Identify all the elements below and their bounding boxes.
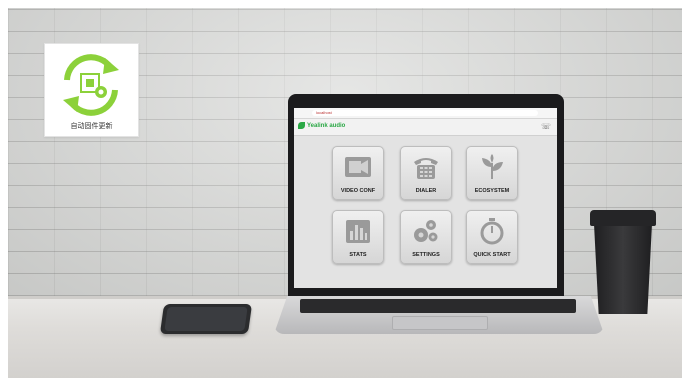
video-camera-icon	[345, 157, 371, 177]
logo-icon	[298, 122, 305, 129]
laptop-trackpad	[392, 316, 488, 330]
badge-label: 自动固件更新	[70, 123, 113, 130]
tile-label: SETTINGS	[412, 252, 440, 258]
coffee-cup	[590, 210, 656, 314]
browser-toolbar: localhost	[294, 108, 557, 119]
stopwatch-icon	[480, 218, 504, 245]
tile-stats[interactable]: STATS	[332, 210, 384, 264]
plant-icon	[482, 154, 503, 179]
refresh-chip-icon	[63, 54, 119, 116]
smartphone	[159, 304, 253, 334]
app-header: Yealink audio ☏	[294, 119, 557, 136]
tile-settings[interactable]: SETTINGS	[400, 210, 452, 264]
laptop-keyboard	[300, 299, 576, 313]
laptop-screen: localhost Yealink audio ☏ VIDEO CONF DIA…	[294, 108, 557, 288]
address-bar[interactable]: localhost	[312, 110, 538, 116]
firmware-update-badge: 自动固件更新	[44, 43, 139, 137]
tile-label: DIALER	[415, 188, 437, 194]
bar-chart-icon	[346, 220, 370, 243]
tile-label: STATS	[349, 252, 367, 258]
telephone-icon	[414, 158, 438, 179]
hangup-icon[interactable]: ☏	[541, 122, 551, 131]
gears-icon	[414, 220, 438, 242]
tile-quick-start[interactable]: QUICK START	[466, 210, 518, 264]
tile-label: VIDEO CONF	[340, 188, 376, 194]
tile-label: ECOSYSTEM	[474, 188, 510, 194]
tile-video-conf[interactable]: VIDEO CONF	[332, 146, 384, 200]
tile-label: QUICK START	[473, 252, 511, 258]
cup-lid	[590, 210, 656, 226]
app-logo[interactable]: Yealink audio	[298, 122, 345, 129]
tile-ecosystem[interactable]: ECOSYSTEM	[466, 146, 518, 200]
tile-dialer[interactable]: DIALER	[400, 146, 452, 200]
